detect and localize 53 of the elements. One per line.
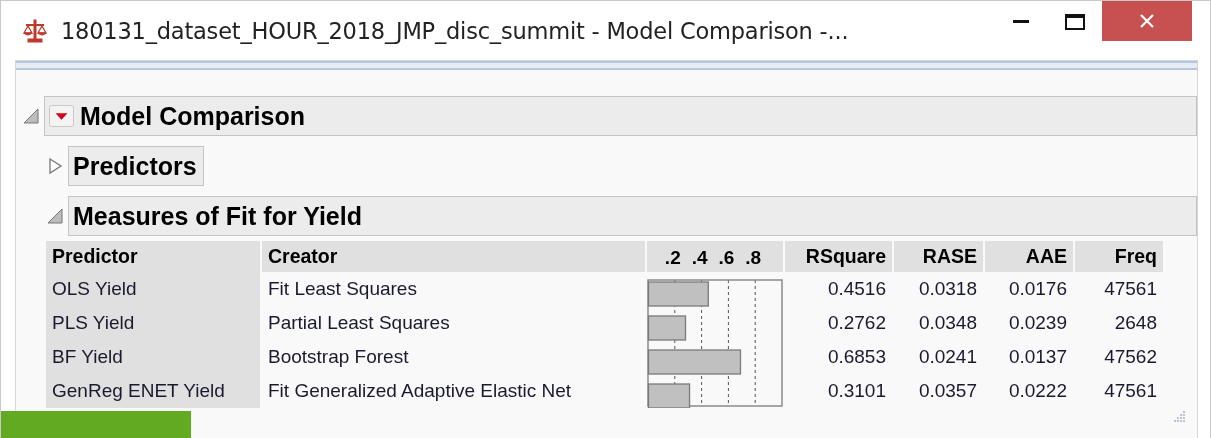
- table-cell-text: 0.0222: [1007, 379, 1068, 403]
- collapse-triangle-icon[interactable]: [22, 107, 40, 125]
- table-cell-text: 0.0241: [917, 345, 978, 369]
- resize-grip-icon[interactable]: [1172, 410, 1186, 424]
- column-header: AAE: [985, 241, 1073, 272]
- close-icon[interactable]: [1139, 13, 1155, 29]
- table-cell-text: 47561: [1103, 277, 1158, 301]
- tick-label: .4: [691, 247, 708, 268]
- outline-header[interactable]: Measures of Fit for Yield: [68, 196, 1197, 236]
- table-cell-text: Fit Generalized Adaptive Elastic Net: [267, 379, 573, 403]
- table-cell-text: 0.0357: [917, 379, 978, 403]
- maximize-icon[interactable]: [1065, 13, 1085, 30]
- outline-title: Model Comparison: [80, 101, 305, 131]
- tick-label: .6: [718, 247, 735, 268]
- outline-title: Predictors: [73, 151, 197, 181]
- table-cell-text: 47561: [1103, 379, 1158, 403]
- table-cell-text: Fit Least Squares: [267, 277, 418, 301]
- bar: [647, 315, 687, 341]
- column-header: Freq: [1075, 241, 1163, 272]
- row-label: OLS Yield: [46, 272, 260, 306]
- table-cell-text: 47562: [1103, 345, 1158, 369]
- outline-header[interactable]: Model Comparison: [44, 96, 1197, 136]
- tick-label: .2: [664, 247, 681, 268]
- window-title: 180131_dataset_HOUR_2018_JMP_disc_summit - Model Comparison -...: [61, 17, 850, 44]
- table-cell-text: 0.0176: [1007, 277, 1068, 301]
- column-header: Predictor: [46, 241, 260, 272]
- dropdown-menu-icon[interactable]: [49, 105, 74, 127]
- scales-icon: [23, 17, 47, 44]
- column-header: Creator: [262, 241, 645, 272]
- table-cell-text: Partial Least Squares: [267, 311, 451, 335]
- minimize-icon[interactable]: [1013, 19, 1029, 24]
- row-label: PLS Yield: [46, 306, 260, 340]
- row-label: BF Yield: [46, 340, 260, 374]
- table-cell-text: Bootstrap Forest: [267, 345, 410, 369]
- expand-triangle-icon[interactable]: [46, 157, 64, 175]
- collapse-triangle-icon[interactable]: [46, 207, 64, 225]
- table-cell-text: 0.2762: [826, 311, 887, 335]
- table-cell-text: 0.4516: [826, 277, 887, 301]
- bar: [647, 383, 691, 408]
- table-cell-text: 0.0239: [1007, 311, 1068, 335]
- table-cell-text: 2648: [1113, 311, 1158, 335]
- outline-header[interactable]: Predictors: [68, 146, 204, 186]
- column-header: RASE: [894, 241, 983, 272]
- table-cell-text: 0.6853: [826, 345, 887, 369]
- table-cell-text: 0.3101: [826, 379, 887, 403]
- table-cell-text: 0.0137: [1007, 345, 1068, 369]
- row-label: GenReg ENET Yield: [46, 374, 260, 408]
- column-header: RSquare: [785, 241, 892, 272]
- table-cell-text: 0.0348: [917, 311, 978, 335]
- bar: [647, 281, 709, 307]
- tick-label: .8: [745, 247, 762, 268]
- outline-title: Measures of Fit for Yield: [73, 201, 362, 231]
- table-cell-text: 0.0318: [917, 277, 978, 301]
